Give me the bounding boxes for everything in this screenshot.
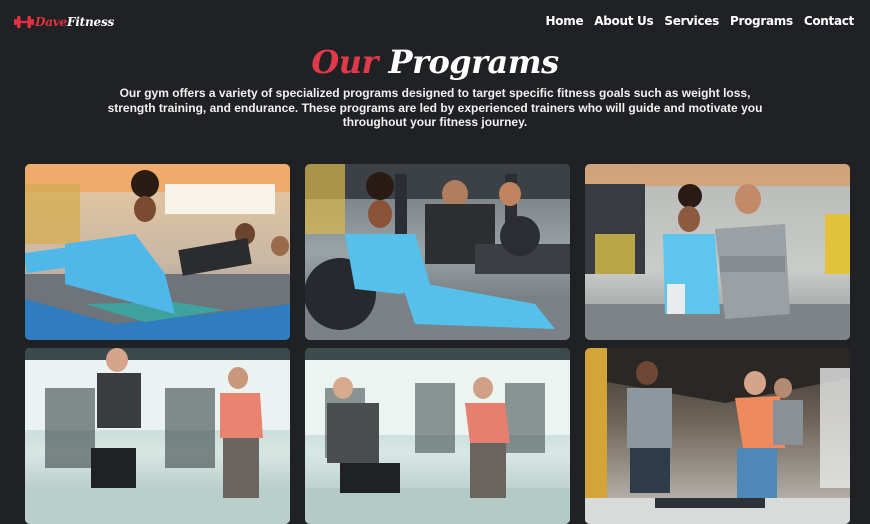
program-card[interactable] [25,164,290,340]
section-title: Our Programs [0,42,870,82]
stability-ball-class-photo [305,164,570,340]
step-lunge-class-photo [585,348,850,524]
section-description: Our gym offers a variety of specialized … [107,86,763,129]
section-title-main: Programs [388,43,560,81]
brand-logo[interactable]: Dave Fitness [14,12,114,32]
nav-link-about[interactable]: About Us [594,14,653,28]
program-card[interactable] [305,348,570,524]
top-navbar: Dave Fitness Home About Us Services Progr… [0,0,870,44]
section-title-accent: Our [311,43,378,81]
program-card[interactable] [585,164,850,340]
nav-link-programs[interactable]: Programs [730,14,793,28]
nav-link-contact[interactable]: Contact [804,14,854,28]
trainer-duo-photo [585,164,850,340]
nav-link-services[interactable]: Services [664,14,719,28]
programs-grid [25,164,850,524]
lunge-training-photo [25,348,290,524]
squat-class-photo [305,348,570,524]
logo-text-brand: Dave [35,15,67,29]
nav-link-home[interactable]: Home [546,14,584,28]
program-card[interactable] [585,348,850,524]
dumbbell-icon [14,16,34,28]
logo-text-suffix: Fitness [67,15,115,29]
nav-menu: Home About Us Services Programs Contact [546,14,855,28]
group-plank-photo [25,164,290,340]
program-card[interactable] [305,164,570,340]
program-card[interactable] [25,348,290,524]
